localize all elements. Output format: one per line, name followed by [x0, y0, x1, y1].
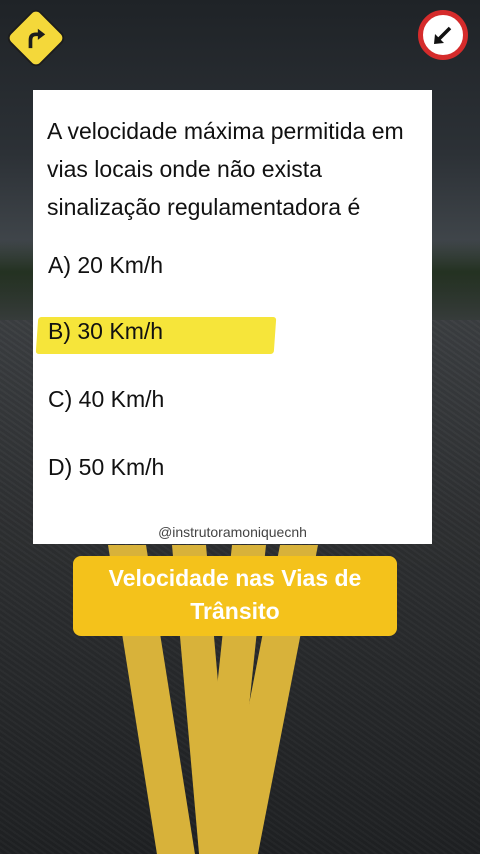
option-d[interactable]: D) 50 Km/h — [48, 454, 164, 481]
question-card: A velocidade máxima permitida em vias lo… — [33, 90, 432, 544]
caption-line-2: Trânsito — [190, 598, 280, 624]
arrow-down-left-regulatory-sign-icon — [418, 10, 468, 60]
author-watermark: @instrutoramoniquecnh — [158, 524, 307, 540]
caption-banner: Velocidade nas Vias de Trânsito — [73, 556, 397, 636]
option-b[interactable]: B) 30 Km/h — [48, 318, 163, 345]
caption-line-1: Velocidade nas Vias de — [108, 565, 362, 591]
caption-text: Velocidade nas Vias de Trânsito — [73, 562, 397, 628]
question-text: A velocidade máxima permitida em vias lo… — [47, 118, 404, 220]
option-c[interactable]: C) 40 Km/h — [48, 386, 164, 413]
option-a[interactable]: A) 20 Km/h — [48, 252, 163, 279]
